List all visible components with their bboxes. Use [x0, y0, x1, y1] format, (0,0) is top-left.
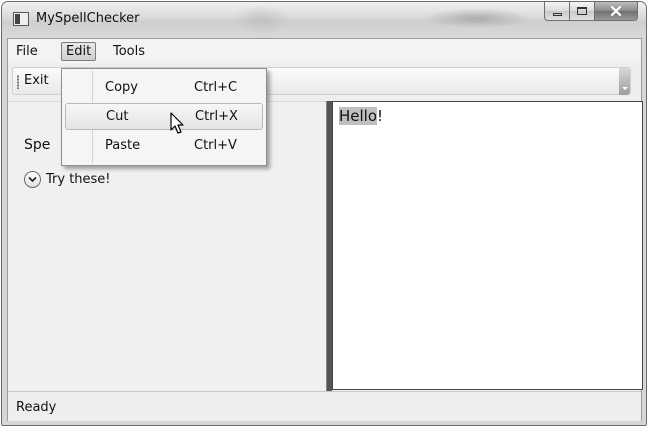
status-bar: Ready	[8, 391, 641, 421]
window-title: MySpellChecker	[36, 11, 140, 26]
menu-item-shortcut: Ctrl+V	[194, 138, 237, 153]
menu-item-label: Copy	[105, 80, 138, 95]
menu-bar: File Edit Tools	[8, 39, 641, 63]
expander-toggle[interactable]	[24, 171, 41, 188]
spelling-label: Spe	[24, 137, 51, 153]
menu-file[interactable]: File	[12, 42, 42, 61]
minimize-icon	[552, 12, 562, 16]
title-bar[interactable]: MySpellChecker	[2, 2, 646, 38]
menu-item-cut[interactable]: Cut Ctrl+X	[65, 103, 263, 130]
menu-item-label: Paste	[105, 138, 141, 153]
toolbar-grip[interactable]	[17, 75, 19, 89]
expander-label: Try these!	[46, 172, 111, 187]
expander[interactable]: Try these!	[24, 171, 111, 188]
menu-item-shortcut: Ctrl+X	[195, 109, 238, 124]
menu-item-paste[interactable]: Paste Ctrl+V	[65, 133, 263, 160]
menu-item-copy[interactable]: Copy Ctrl+C	[65, 75, 263, 102]
close-icon	[611, 6, 621, 16]
close-button[interactable]	[595, 2, 638, 21]
text-editor[interactable]: Hello!	[332, 101, 643, 390]
maximize-icon	[577, 7, 587, 15]
maximize-button[interactable]	[570, 2, 595, 21]
glass-blur	[422, 8, 532, 28]
menu-item-shortcut: Ctrl+C	[194, 80, 238, 95]
selected-text: Hello	[339, 107, 378, 125]
edit-menu-dropdown: Copy Ctrl+C Cut Ctrl+X Paste Ctrl+V	[61, 68, 267, 166]
toolbar-overflow-button[interactable]	[619, 68, 630, 95]
unselected-text: !	[377, 107, 384, 125]
chevron-down-icon	[28, 176, 37, 183]
glass-blur	[232, 4, 292, 34]
caption-buttons	[544, 2, 638, 22]
menu-edit[interactable]: Edit	[61, 42, 97, 61]
mouse-pointer-icon	[170, 112, 184, 134]
minimize-button[interactable]	[544, 2, 570, 21]
menu-tools[interactable]: Tools	[109, 42, 149, 61]
menu-item-label: Cut	[106, 109, 129, 124]
window-icon[interactable]	[13, 12, 29, 26]
exit-button[interactable]: Exit	[24, 73, 49, 88]
status-text: Ready	[16, 400, 57, 415]
app-window: MySpellChecker File Edit Tools Exit Spe …	[1, 1, 647, 426]
editor-text: Hello!	[339, 107, 383, 125]
